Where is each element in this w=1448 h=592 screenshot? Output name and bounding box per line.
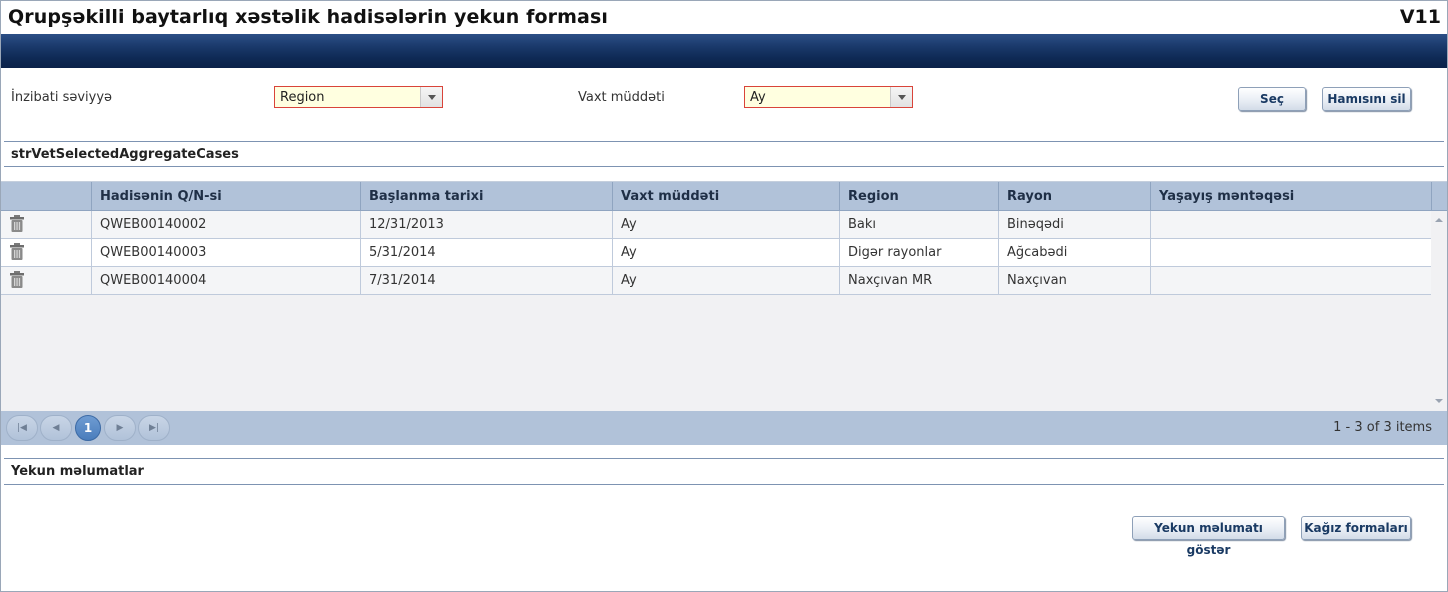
scroll-up-icon[interactable] (1435, 218, 1443, 222)
cell-period: Ay (612, 211, 839, 239)
time-period-select[interactable]: Ay (744, 86, 913, 108)
cell-rayon: Naxçıvan (998, 267, 1150, 295)
cell-period: Ay (612, 267, 839, 295)
prev-page-icon[interactable]: ◀ (40, 415, 72, 441)
cell-settlement (1150, 267, 1431, 295)
cell-case-no: QWEB00140002 (91, 211, 360, 239)
paper-forms-button[interactable]: Kağız formaları (1301, 516, 1411, 540)
summary-title: Yekun məlumatlar (11, 464, 144, 479)
grid-pager: |◀ ◀ 1 ▶ ▶| 1 - 3 of 3 items (1, 411, 1447, 445)
cell-case-no: QWEB00140004 (91, 267, 360, 295)
column-header-case-no[interactable]: Hadisənin Q/N-si (91, 182, 360, 211)
table-row: QWEB00140004 7/31/2014 Ay Naxçıvan MR Na… (1, 267, 1431, 295)
table-row: QWEB00140002 12/31/2013 Ay Bakı Binəqədi (1, 211, 1431, 239)
last-page-icon[interactable]: ▶| (138, 415, 170, 441)
section-divider (4, 166, 1444, 167)
cell-settlement (1150, 239, 1431, 267)
cell-rayon: Binəqədi (998, 211, 1150, 239)
cell-start-date: 12/31/2013 (360, 211, 612, 239)
admin-level-value: Region (280, 90, 325, 105)
header-spacer (1431, 182, 1447, 211)
cases-grid: Hadisənin Q/N-si Başlanma tarixi Vaxt mü… (1, 181, 1447, 445)
cell-region: Digər rayonlar (839, 239, 998, 267)
cell-start-date: 5/31/2014 (360, 239, 612, 267)
section-divider (4, 484, 1444, 485)
cell-region: Bakı (839, 211, 998, 239)
column-header-settlement[interactable]: Yaşayış məntəqəsi (1150, 182, 1431, 211)
page-title: Qrupşəkilli baytarlıq xəstəlik hadisələr… (8, 6, 608, 28)
vertical-scrollbar[interactable] (1431, 211, 1447, 410)
cell-rayon: Ağcabədi (998, 239, 1150, 267)
table-row: QWEB00140003 5/31/2014 Ay Digər rayonlar… (1, 239, 1431, 267)
admin-level-label: İnzibati səviyyə (11, 90, 113, 105)
scroll-down-icon[interactable] (1435, 399, 1443, 403)
section-divider (4, 458, 1444, 459)
time-period-value: Ay (750, 90, 766, 105)
time-period-label: Vaxt müddəti (578, 90, 665, 105)
column-header-start-date[interactable]: Başlanma tarixi (360, 182, 612, 211)
column-header-period[interactable]: Vaxt müddəti (612, 182, 839, 211)
selected-cases-title: strVetSelectedAggregateCases (11, 147, 239, 162)
header-banner (1, 34, 1447, 68)
version-label: V11 (1399, 6, 1441, 28)
pager-info: 1 - 3 of 3 items (1333, 420, 1432, 435)
cell-start-date: 7/31/2014 (360, 267, 612, 295)
chevron-down-icon[interactable] (890, 87, 912, 107)
section-divider (4, 141, 1444, 142)
show-summary-button[interactable]: Yekun məlumatı göstər (1132, 516, 1285, 557)
grid-header: Hadisənin Q/N-si Başlanma tarixi Vaxt mü… (1, 182, 1447, 211)
cell-period: Ay (612, 239, 839, 267)
current-page-button[interactable]: 1 (75, 415, 101, 441)
select-button[interactable]: Seç (1238, 87, 1306, 111)
column-header-rayon[interactable]: Rayon (998, 182, 1150, 211)
admin-level-select[interactable]: Region (274, 86, 443, 108)
chevron-down-icon[interactable] (420, 87, 442, 107)
cell-settlement (1150, 211, 1431, 239)
title-bar: Qrupşəkilli baytarlıq xəstəlik hadisələr… (1, 1, 1447, 34)
clear-all-button[interactable]: Hamısını sil (1322, 87, 1411, 111)
column-header-region[interactable]: Region (839, 182, 998, 211)
first-page-icon[interactable]: |◀ (6, 415, 38, 441)
next-page-icon[interactable]: ▶ (104, 415, 136, 441)
cell-case-no: QWEB00140003 (91, 239, 360, 267)
cell-region: Naxçıvan MR (839, 267, 998, 295)
